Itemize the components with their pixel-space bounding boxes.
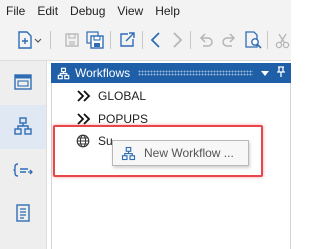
export-button[interactable] [116,29,138,51]
forward-button[interactable] [166,29,188,51]
export-icon [118,31,136,49]
workflow-icon [57,67,70,80]
panel-title: Workflows [75,66,131,80]
redo-button[interactable] [218,29,240,51]
menu-view[interactable]: View [117,4,143,18]
menu-bar: File Edit Debug View Help [0,0,291,21]
save-all-icon [86,31,104,49]
activity-workflows-button[interactable] [0,105,46,149]
double-chevron-icon [76,90,92,102]
panel-menu-button[interactable] [259,66,271,80]
new-dropdown-button[interactable] [14,29,44,51]
menu-help[interactable]: Help [155,4,180,18]
toolbar-separator [190,31,191,49]
panel-pin-button[interactable] [275,65,287,81]
find-icon [243,30,263,50]
context-menu: New Workflow ... [112,140,249,166]
new-workflow-label: New Workflow ... [144,146,234,160]
panel-drag-handle[interactable] [138,70,253,76]
toolbar-separator [50,31,51,49]
new-document-icon [15,30,43,50]
globe-icon [76,134,92,148]
tree-item-label: POPUPS [98,112,149,126]
toolbar-separator [267,31,268,49]
triangle-down-icon [261,66,269,80]
activity-document-button[interactable] [0,192,46,236]
workflow-icon [13,116,33,139]
panel-header: Workflows [51,63,291,83]
find-button[interactable] [242,29,264,51]
activity-variables-button[interactable] [0,149,46,193]
double-chevron-icon [76,113,92,125]
tree-item-popups[interactable]: POPUPS [76,110,148,128]
toolbar [0,21,291,61]
redo-icon [220,31,238,49]
back-button[interactable] [145,29,167,51]
save-button[interactable] [61,29,83,51]
save-icon [64,32,80,48]
activity-window-button[interactable] [0,61,46,105]
cut-button[interactable] [273,29,291,51]
variables-icon [12,160,34,183]
workflow-tree: GLOBAL POPUPS Su [51,83,291,249]
workflow-icon [121,146,136,161]
tree-item-label: GLOBAL [98,89,147,103]
undo-button[interactable] [195,29,217,51]
new-workflow-menu-item[interactable]: New Workflow ... [114,142,247,164]
tree-item-label: Su [98,134,113,148]
window-icon [13,72,33,95]
toolbar-separator [110,31,111,49]
tree-item-su[interactable]: Su [76,132,113,150]
undo-icon [197,31,215,49]
chevron-left-icon [149,31,163,49]
menu-debug[interactable]: Debug [70,4,105,18]
pin-icon [276,65,286,81]
toolbar-separator [142,31,143,49]
activity-bar [0,61,47,249]
save-all-button[interactable] [84,29,106,51]
menu-file[interactable]: File [6,4,25,18]
document-list-icon [13,203,33,226]
menu-edit[interactable]: Edit [37,4,58,18]
tree-item-global[interactable]: GLOBAL [76,87,146,105]
scissors-icon [274,31,290,49]
chevron-right-icon [170,31,184,49]
